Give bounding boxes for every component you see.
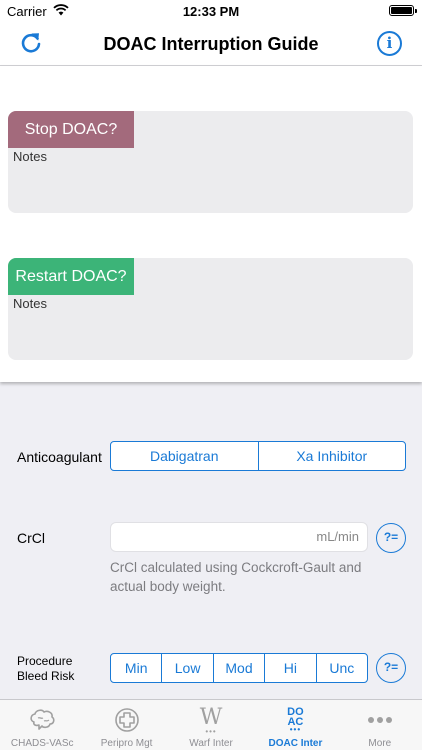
stop-doac-tag: Stop DOAC? <box>8 111 134 148</box>
crcl-note: CrCl calculated using Cockcroft-Gault an… <box>110 560 362 594</box>
restart-doac-tag: Restart DOAC? <box>8 258 134 295</box>
doac-icon: DO AC ••• <box>281 707 309 734</box>
status-time: 12:33 PM <box>182 4 240 19</box>
bleed-risk-label-line1: Procedure <box>17 654 73 668</box>
bleed-risk-segmented-control: Min Low Mod Hi Unc <box>110 653 368 683</box>
stop-doac-card: Stop DOAC? Notes <box>8 111 413 213</box>
crcl-label: CrCl <box>17 530 45 546</box>
anticoagulant-segmented-control: Dabigatran Xa Inhibitor <box>110 441 406 471</box>
crcl-help-button[interactable]: ?= <box>376 523 406 553</box>
tab-chads-vasc[interactable]: CHADS-VASc <box>0 700 84 750</box>
anticoag-option-xa-inhibitor[interactable]: Xa Inhibitor <box>257 442 406 470</box>
bleed-option-hi[interactable]: Hi <box>264 654 315 682</box>
tab-peripro-mgt[interactable]: Peripro Mgt <box>84 700 168 750</box>
medical-cross-icon <box>114 708 139 732</box>
bleed-option-low[interactable]: Low <box>161 654 212 682</box>
bleed-option-unc[interactable]: Unc <box>315 654 367 682</box>
crcl-input[interactable]: mL/min <box>110 522 368 552</box>
tab-label: More <box>368 738 392 749</box>
bleed-risk-label: Procedure Bleed Risk <box>17 654 74 684</box>
bleed-risk-help-button[interactable]: ?= <box>376 653 406 683</box>
crcl-unit-placeholder: mL/min <box>316 529 359 544</box>
tab-label: DOAC Inter <box>268 738 323 749</box>
tab-label: CHADS-VASc <box>10 738 74 749</box>
restart-doac-card: Restart DOAC? Notes <box>8 258 413 360</box>
bleed-option-mod[interactable]: Mod <box>212 654 264 682</box>
result-pane: Stop DOAC? Notes Restart DOAC? Notes <box>0 66 422 382</box>
nav-bar: DOAC Interruption Guide i <box>0 22 422 66</box>
restart-doac-notes: Notes <box>13 296 47 311</box>
bleed-risk-label-line2: Bleed Risk <box>17 669 75 683</box>
page-title: DOAC Interruption Guide <box>103 34 319 54</box>
info-icon[interactable]: i <box>377 31 402 56</box>
anticoag-option-dabigatran[interactable]: Dabigatran <box>111 442 258 470</box>
brain-icon <box>30 709 55 730</box>
tab-label: Warf Inter <box>189 738 233 749</box>
tab-bar: CHADS-VASc Peripro Mgt W ••• Warf Inter … <box>0 699 422 750</box>
stop-doac-notes: Notes <box>13 149 47 164</box>
tab-label: Peripro Mgt <box>100 738 153 749</box>
tab-more[interactable]: More <box>338 700 422 750</box>
status-bar: Carrier 12:33 PM <box>0 0 422 22</box>
anticoagulant-label: Anticoagulant <box>17 449 102 465</box>
more-dots-icon <box>367 717 392 723</box>
warfarin-w-icon: W ••• <box>199 705 223 736</box>
tab-doac-inter[interactable]: DO AC ••• DOAC Inter <box>253 700 337 750</box>
tab-warf-inter[interactable]: W ••• Warf Inter <box>169 700 253 750</box>
battery-icon <box>389 5 417 16</box>
bleed-option-min[interactable]: Min <box>111 654 161 682</box>
